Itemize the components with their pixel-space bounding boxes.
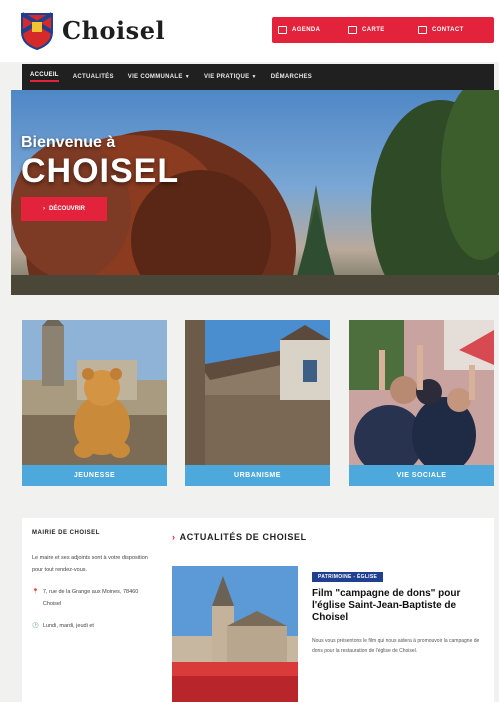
hours-text: Lundi, mardi, jeudi et <box>42 623 94 629</box>
article-headline[interactable]: Film "campagne de dons" pour l'église Sa… <box>312 588 484 624</box>
category-cards: JEUNESSE URBANISME VIE SOCIALE <box>22 320 494 488</box>
hero-title: CHOISEL <box>21 152 180 190</box>
discover-button[interactable]: › DÉCOUVRIR <box>21 197 107 221</box>
main-nav: ACCUEIL ACTUALITÉS VIE COMMUNALE ▼ VIE PR… <box>22 64 494 90</box>
card-jeunesse[interactable]: JEUNESSE <box>22 320 167 486</box>
site-header: Choisel AGENDA CARTE CONTACT <box>0 0 499 62</box>
teddy-bear-photo <box>22 320 167 465</box>
map-button[interactable]: CARTE <box>348 26 418 34</box>
hero-banner: Bienvenue à CHOISEL › DÉCOUVRIR <box>11 90 499 295</box>
chevron-right-icon: › <box>172 532 176 542</box>
stone-house-photo <box>185 320 330 465</box>
location-pin-icon: 📍 <box>32 589 39 595</box>
contact-button[interactable]: CONTACT <box>418 26 488 34</box>
town-hall-title: MAIRIE DE CHOISEL <box>32 530 100 536</box>
chevron-down-icon: ▼ <box>251 74 257 80</box>
contact-label: CONTACT <box>432 27 464 33</box>
crowd-photo <box>349 320 494 465</box>
address-row: 📍 7, rue de la Grange aux Moines, 78460 … <box>32 586 155 610</box>
nav-item-vie-pratique[interactable]: VIE PRATIQUE ▼ <box>204 74 257 80</box>
calendar-icon <box>278 26 287 34</box>
nav-label-vie-pratique: VIE PRATIQUE <box>203 74 250 80</box>
nav-item-demarches[interactable]: DÉMARCHES <box>271 74 312 80</box>
news-section-title: › ACTUALITÉS DE CHOISEL <box>172 532 307 542</box>
nav-item-vie-communale[interactable]: VIE COMMUNALE ▼ <box>128 74 190 80</box>
top-actions-bar: AGENDA CARTE CONTACT <box>272 17 494 43</box>
nav-item-actualites[interactable]: ACTUALITÉS <box>73 74 114 80</box>
card-vie-sociale[interactable]: VIE SOCIALE <box>349 320 494 486</box>
discover-label: DÉCOUVRIR <box>48 206 85 212</box>
article-category-badge[interactable]: PATRIMOINE - ÉGLISE <box>312 572 384 582</box>
mail-icon <box>418 26 427 34</box>
site-name[interactable]: Choisel <box>62 16 165 45</box>
card-label-jeunesse[interactable]: JEUNESSE <box>22 465 167 486</box>
news-section: › ACTUALITÉS DE CHOISEL PATRIMOINE - ÉGLI… <box>162 518 494 702</box>
card-urbanisme[interactable]: URBANISME <box>185 320 330 486</box>
coat-of-arms-logo[interactable] <box>20 12 54 50</box>
arrow-right-icon: › <box>42 206 45 212</box>
church-photo[interactable] <box>172 566 298 702</box>
town-hall-text: Le maire et ses adjoints sont à votre di… <box>32 555 148 573</box>
news-section-label: ACTUALITÉS DE CHOISEL <box>179 532 307 542</box>
clock-icon: 🕑 <box>32 623 39 629</box>
nav-label-vie-communale: VIE COMMUNALE <box>127 74 183 80</box>
town-hall-panel: MAIRIE DE CHOISEL Le maire et ses adjoin… <box>22 518 165 702</box>
article-excerpt: Nous vous présentons le film qui nous ai… <box>312 638 480 654</box>
map-label: CARTE <box>362 27 385 33</box>
agenda-button[interactable]: AGENDA <box>278 26 348 34</box>
hero-photo <box>11 90 499 295</box>
card-label-urbanisme[interactable]: URBANISME <box>185 465 330 486</box>
chevron-down-icon: ▼ <box>184 74 190 80</box>
map-icon <box>348 26 357 34</box>
agenda-label: AGENDA <box>292 27 321 33</box>
hero-subtitle: Bienvenue à <box>21 134 116 151</box>
hours-row: 🕑 Lundi, mardi, jeudi et <box>32 620 155 632</box>
card-label-vie-sociale[interactable]: VIE SOCIALE <box>349 465 494 486</box>
address-text: 7, rue de la Grange aux Moines, 78460 Ch… <box>42 589 139 607</box>
nav-item-accueil[interactable]: ACCUEIL <box>30 72 59 82</box>
